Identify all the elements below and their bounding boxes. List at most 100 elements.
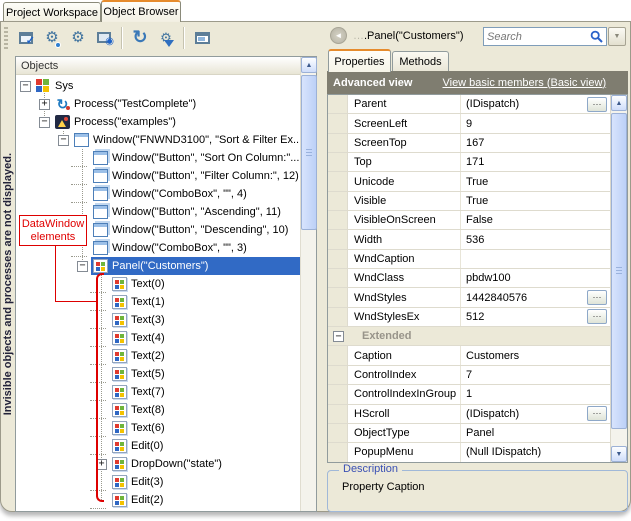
tree-item-body[interactable]: Text(4) — [110, 329, 300, 347]
tree-item[interactable]: Edit(2) — [16, 491, 300, 509]
tree-item[interactable]: Window("ComboBox", "", 4) — [16, 185, 300, 203]
tree-item[interactable]: Window("Button", "Filter Column:", 12) — [16, 167, 300, 185]
grid-scrollbar[interactable]: ▲ ▼ — [610, 95, 627, 462]
tree-item[interactable]: −Process("examples") — [16, 113, 300, 131]
property-row[interactable]: UnicodeTrue — [328, 172, 610, 191]
tree-item-body[interactable]: Text(3) — [110, 311, 300, 329]
tree-item-body[interactable]: DropDown("state") — [110, 455, 300, 473]
property-value-cell[interactable]: True — [460, 172, 610, 190]
tab-methods[interactable]: Methods — [392, 51, 449, 72]
tree-item-body[interactable]: Window("ComboBox", "", 3) — [91, 239, 300, 257]
tree-item[interactable]: Edit(0) — [16, 437, 300, 455]
property-value-cell[interactable]: 167 — [460, 134, 610, 152]
collapse-icon[interactable]: − — [58, 135, 69, 146]
tree-item-body[interactable]: Sys — [34, 77, 300, 95]
collapse-icon[interactable]: − — [39, 117, 50, 128]
collapse-icon[interactable]: − — [77, 261, 88, 272]
view-object-icon[interactable] — [92, 26, 116, 50]
property-row[interactable]: HScroll(IDispatch)··· — [328, 405, 610, 424]
basic-view-link[interactable]: View basic members (Basic view) — [442, 77, 606, 89]
highlight-object-icon[interactable]: ✓ — [14, 26, 38, 50]
property-value-cell[interactable]: 7 — [460, 366, 610, 384]
property-value-cell[interactable]: 9 — [460, 114, 610, 132]
expand-icon[interactable]: + — [39, 99, 50, 110]
tree-item-body[interactable]: Text(8) — [110, 401, 300, 419]
property-value-cell[interactable]: pbdw100 — [460, 269, 610, 287]
tree-item-body[interactable]: Edit(2) — [110, 491, 300, 509]
show-panel-icon[interactable] — [190, 26, 214, 50]
object-settings-icon[interactable] — [66, 26, 90, 50]
collapse-icon[interactable]: − — [333, 331, 344, 342]
tree-item[interactable]: Text(3) — [16, 311, 300, 329]
property-value-cell[interactable]: 536 — [460, 230, 610, 248]
refresh-icon[interactable] — [128, 26, 152, 50]
tree-item[interactable]: Text(1) — [16, 293, 300, 311]
property-row[interactable]: CaptionCustomers — [328, 346, 610, 365]
tree-item[interactable]: Text(4) — [16, 329, 300, 347]
scroll-up-icon[interactable]: ▲ — [611, 95, 627, 111]
property-row[interactable]: ScreenLeft9 — [328, 114, 610, 133]
ellipsis-button[interactable]: ··· — [587, 97, 607, 112]
property-group-row[interactable]: −Extended — [328, 327, 610, 346]
scroll-up-icon[interactable]: ▲ — [301, 57, 317, 73]
property-row[interactable]: WndClasspbdw100 — [328, 269, 610, 288]
property-row[interactable]: WndCaption — [328, 250, 610, 269]
property-row[interactable]: WndStylesEx512··· — [328, 308, 610, 327]
search-icon[interactable] — [590, 30, 603, 43]
property-value-cell[interactable]: Customers — [460, 346, 610, 364]
property-row[interactable]: ControlIndexInGroup1 — [328, 385, 610, 404]
tree-item[interactable]: +↻Process("TestComplete") — [16, 95, 300, 113]
property-row[interactable]: Width536 — [328, 230, 610, 249]
tree-item-body[interactable]: Window("ComboBox", "", 4) — [91, 185, 300, 203]
tree-item-body[interactable]: Window("Button", "Filter Column:", 12) — [91, 167, 300, 185]
tree-item[interactable]: Text(7) — [16, 383, 300, 401]
tree-item-body[interactable]: Window("Button", "Descending", 10) — [91, 221, 300, 239]
property-row[interactable]: ScreenTop167 — [328, 134, 610, 153]
tree-item-body[interactable]: Panel("Customers") — [91, 257, 300, 275]
tree-item[interactable]: Text(5) — [16, 365, 300, 383]
property-value-cell[interactable]: Panel — [460, 424, 610, 442]
tree-item[interactable]: −Panel("Customers") — [16, 257, 300, 275]
property-row[interactable]: PopupMenu(Null IDispatch) — [328, 443, 610, 462]
property-value-cell[interactable]: 512··· — [460, 308, 610, 326]
tree-item-body[interactable]: Edit(0) — [110, 437, 300, 455]
filter-icon[interactable] — [154, 26, 178, 50]
property-value-cell[interactable]: False — [460, 211, 610, 229]
search-input[interactable] — [487, 31, 590, 43]
tree-item[interactable]: −Sys — [16, 77, 300, 95]
tree-item-body[interactable]: Text(2) — [110, 347, 300, 365]
property-row[interactable]: Parent(IDispatch)··· — [328, 95, 610, 114]
property-value-cell[interactable]: (IDispatch)··· — [460, 95, 610, 113]
scrollbar-thumb[interactable] — [301, 75, 317, 230]
tree-item[interactable]: Text(8) — [16, 401, 300, 419]
tree-item[interactable]: Text(0) — [16, 275, 300, 293]
ellipsis-button[interactable]: ··· — [587, 309, 607, 324]
tree-item-body[interactable]: Text(1) — [110, 293, 300, 311]
property-row[interactable]: VisibleTrue — [328, 192, 610, 211]
scroll-down-icon[interactable]: ▼ — [611, 446, 627, 462]
tree-item-body[interactable]: Window("Button", "Ascending", 11) — [91, 203, 300, 221]
property-value-cell[interactable]: 171 — [460, 153, 610, 171]
tree-item-body[interactable]: Text(0) — [110, 275, 300, 293]
tree-item-body[interactable]: Text(7) — [110, 383, 300, 401]
tree-item-body[interactable]: Edit(3) — [110, 473, 300, 491]
toolbar-grip[interactable] — [4, 27, 8, 49]
property-value-cell[interactable]: 1 — [460, 385, 610, 403]
property-value-cell[interactable]: 1442840576··· — [460, 288, 610, 306]
tree-item-body[interactable]: Window("FNWND3100", "Sort & Filter Ex... — [72, 131, 300, 149]
property-value-cell[interactable]: (Null IDispatch) — [460, 443, 610, 461]
property-row[interactable]: WndStyles1442840576··· — [328, 288, 610, 307]
property-row[interactable]: VisibleOnScreenFalse — [328, 211, 610, 230]
property-row[interactable]: ObjectTypePanel — [328, 424, 610, 443]
tree-item-body[interactable]: ↻Process("TestComplete") — [53, 95, 300, 113]
tree-item[interactable]: Window("Button", "Sort On Column:"... — [16, 149, 300, 167]
tab-properties[interactable]: Properties — [328, 49, 391, 72]
tree-scrollbar[interactable]: ▲ — [300, 57, 316, 511]
ellipsis-button[interactable]: ··· — [587, 290, 607, 305]
tree-item[interactable]: +DropDown("state") — [16, 455, 300, 473]
tree-item-body[interactable]: Window("Button", "Sort On Column:"... — [91, 149, 300, 167]
property-value-cell[interactable] — [460, 250, 610, 268]
property-row[interactable]: ControlIndex7 — [328, 366, 610, 385]
tree-item-body[interactable]: Text(5) — [110, 365, 300, 383]
property-value-cell[interactable]: True — [460, 192, 610, 210]
